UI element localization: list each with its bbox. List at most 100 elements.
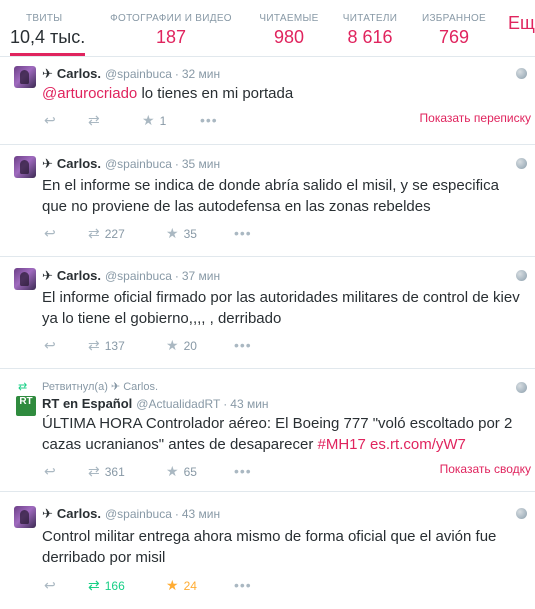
globe-icon bbox=[516, 68, 527, 79]
tweet-author-handle[interactable]: @spainbuca bbox=[105, 67, 172, 81]
stat-photos-videos[interactable]: ФОТОГРАФИИ И ВИДЕО 187 bbox=[104, 0, 238, 56]
globe-icon bbox=[516, 158, 527, 169]
more-icon: ••• bbox=[200, 112, 218, 128]
show-conversation-link[interactable]: Показать переписку bbox=[420, 111, 531, 125]
hashtag-link[interactable]: #MH17 bbox=[318, 436, 366, 453]
favorite-button[interactable]: ★ 20 bbox=[166, 337, 197, 354]
plane-icon: ✈ bbox=[42, 156, 53, 171]
retweet-icon: ⇄ bbox=[88, 112, 100, 128]
retweet-button[interactable]: ⇄ 227 bbox=[88, 225, 125, 242]
tweet-item[interactable]: ✈ Carlos. @spainbuca · 35 мин En el informe … bbox=[0, 145, 535, 257]
retweet-icon: ⇄ bbox=[88, 577, 100, 593]
reply-button[interactable]: ↩ bbox=[44, 225, 56, 242]
more-button[interactable]: ••• bbox=[234, 337, 252, 353]
stat-more[interactable]: Ещ bbox=[508, 0, 535, 56]
retweet-button[interactable]: ⇄ 361 bbox=[88, 463, 125, 480]
star-icon: ★ bbox=[166, 337, 179, 353]
avatar[interactable] bbox=[14, 66, 36, 88]
tweet-header: ✈ Carlos. @spainbuca · 35 мин bbox=[42, 156, 220, 172]
reply-button[interactable]: ↩ bbox=[44, 463, 56, 480]
stat-tweets[interactable]: ТВИТЫ 10,4 тыс. bbox=[10, 0, 85, 56]
reply-icon: ↩ bbox=[44, 577, 56, 593]
globe-icon bbox=[516, 270, 527, 281]
stat-tweets-value: 10,4 тыс. bbox=[10, 27, 86, 47]
tweet-item[interactable]: ✈ Carlos. @spainbuca · 43 мин Control milita… bbox=[0, 492, 535, 609]
more-button[interactable]: ••• bbox=[234, 225, 252, 241]
favorite-count: 24 bbox=[183, 579, 197, 593]
stat-photos-label: ФОТОГРАФИИ И ВИДЕО bbox=[110, 13, 232, 24]
stat-followers-value: 8 616 bbox=[347, 27, 393, 47]
tweet-author-name[interactable]: Carlos. bbox=[57, 506, 101, 521]
more-icon: ••• bbox=[234, 577, 252, 593]
stat-favorites[interactable]: ИЗБРАННОЕ 769 bbox=[412, 0, 496, 56]
star-icon: ★ bbox=[166, 577, 179, 593]
tweet-text: En el informe se indica de donde abría s… bbox=[42, 177, 499, 215]
star-icon: ★ bbox=[142, 112, 155, 128]
tweet-item[interactable]: ✈ Carlos. @spainbuca · 32 мин @arturocriado … bbox=[0, 57, 535, 145]
tweet-author-name[interactable]: RT en Español bbox=[42, 396, 132, 411]
tweet-header: RT en Español @ActualidadRT · 43 мин bbox=[42, 396, 269, 411]
favorite-button[interactable]: ★ 65 bbox=[166, 463, 197, 480]
tweet-author-handle[interactable]: @spainbuca bbox=[105, 157, 172, 171]
stat-tweets-label: ТВИТЫ bbox=[26, 13, 63, 24]
retweet-button[interactable]: ⇄ 137 bbox=[88, 337, 125, 354]
stat-favorites-label: ИЗБРАННОЕ bbox=[421, 13, 487, 24]
stat-followers[interactable]: ЧИТАТЕЛИ 8 616 bbox=[330, 0, 410, 56]
separator-dot: · bbox=[174, 269, 179, 283]
tweet-item[interactable]: ✈ Carlos. @spainbuca · 37 мин El informe ofi… bbox=[0, 257, 535, 369]
reply-button[interactable]: ↩ bbox=[44, 577, 56, 594]
favorite-count: 35 bbox=[183, 227, 197, 241]
separator-dot: · bbox=[223, 397, 228, 411]
separator-dot: · bbox=[174, 67, 179, 81]
mention-link[interactable]: @arturocriado bbox=[42, 85, 137, 102]
tweet-timestamp[interactable]: 32 мин bbox=[182, 67, 220, 81]
show-summary-link[interactable]: Показать сводку bbox=[440, 462, 531, 476]
more-icon: ••• bbox=[234, 337, 252, 353]
reply-button[interactable]: ↩ bbox=[44, 337, 56, 354]
tweet-text-body: lo tienes en mi portada bbox=[137, 85, 294, 102]
tweet-timestamp[interactable]: 43 мин bbox=[182, 507, 220, 521]
favorite-button[interactable]: ★ 1 bbox=[142, 112, 166, 129]
avatar[interactable] bbox=[14, 156, 36, 178]
avatar[interactable] bbox=[14, 268, 36, 290]
tweet-author-name[interactable]: Carlos. bbox=[57, 156, 101, 171]
tweet-text: El informe oficial firmado por las autor… bbox=[42, 289, 520, 327]
more-icon: ••• bbox=[234, 225, 252, 241]
tweet-item[interactable]: ⇄ Ретвитнул(а) ✈ Carlos. RT RT en Españo… bbox=[0, 369, 535, 492]
favorite-count: 20 bbox=[183, 339, 197, 353]
more-button[interactable]: ••• bbox=[234, 463, 252, 479]
more-button[interactable]: ••• bbox=[234, 577, 252, 593]
avatar[interactable] bbox=[14, 506, 36, 528]
tweet-timestamp[interactable]: 35 мин bbox=[182, 157, 220, 171]
tweet-author-handle[interactable]: @ActualidadRT bbox=[136, 397, 220, 411]
tweet-timestamp[interactable]: 37 мин bbox=[182, 269, 220, 283]
favorite-count: 1 bbox=[159, 114, 167, 128]
stat-favorites-value: 769 bbox=[438, 27, 470, 47]
star-icon: ★ bbox=[166, 225, 179, 241]
tweet-author-handle[interactable]: @spainbuca bbox=[105, 507, 172, 521]
avatar[interactable]: RT bbox=[16, 396, 36, 416]
plane-icon: ✈ bbox=[42, 506, 53, 521]
tweet-header: ✈ Carlos. @spainbuca · 43 мин bbox=[42, 506, 220, 522]
retweeted-by-label[interactable]: Ретвитнул(а) ✈ Carlos. bbox=[42, 380, 158, 393]
tweet-author-name[interactable]: Carlos. bbox=[57, 66, 101, 81]
tweet-author-name[interactable]: Carlos. bbox=[57, 268, 101, 283]
favorite-button[interactable]: ★ 24 bbox=[166, 577, 197, 594]
separator-dot: · bbox=[174, 507, 179, 521]
stat-photos-value: 187 bbox=[155, 27, 187, 47]
retweet-icon: ⇄ bbox=[88, 463, 100, 479]
retweet-button[interactable]: ⇄ bbox=[88, 112, 105, 129]
stat-followers-label: ЧИТАТЕЛИ bbox=[342, 13, 398, 24]
separator-dot: · bbox=[174, 157, 179, 171]
reply-button[interactable]: ↩ bbox=[44, 112, 56, 129]
stat-following[interactable]: ЧИТАЕМЫЕ 980 bbox=[248, 0, 330, 56]
url-link[interactable]: es.rt.com/yW7 bbox=[370, 436, 466, 453]
favorite-button[interactable]: ★ 35 bbox=[166, 225, 197, 242]
tweet-author-handle[interactable]: @spainbuca bbox=[105, 269, 172, 283]
tweet-header: ✈ Carlos. @spainbuca · 37 мин bbox=[42, 268, 220, 284]
tweet-timestamp[interactable]: 43 мин bbox=[230, 397, 268, 411]
more-button[interactable]: ••• bbox=[200, 112, 218, 128]
tweet-text: @arturocriado lo tienes en mi portada bbox=[42, 83, 521, 104]
retweet-button[interactable]: ⇄ 166 bbox=[88, 577, 125, 594]
globe-icon bbox=[516, 508, 527, 519]
